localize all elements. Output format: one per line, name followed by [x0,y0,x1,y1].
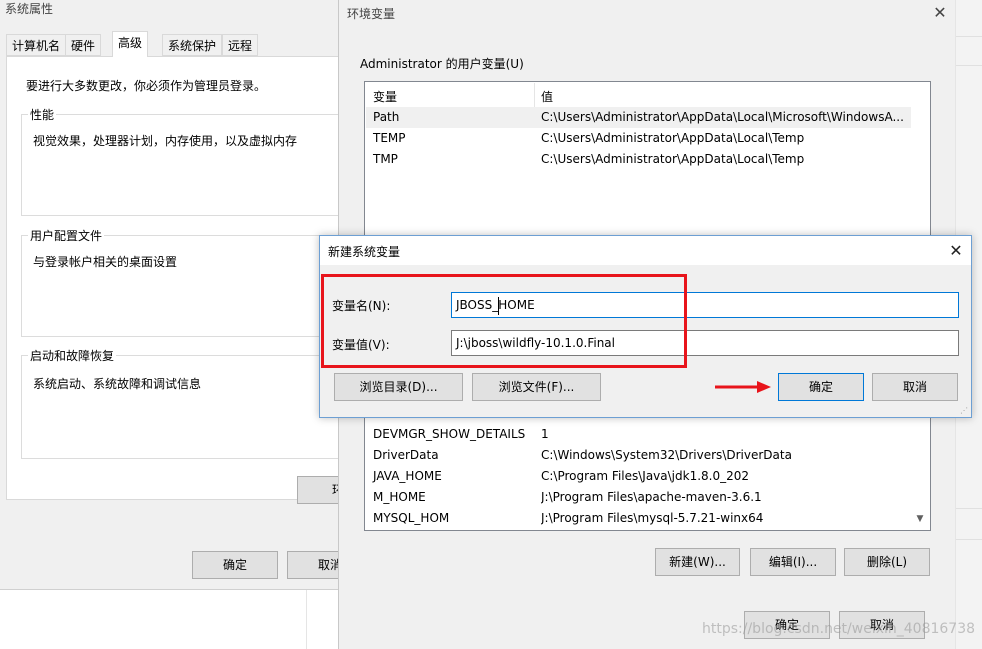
col-header-divider [534,83,535,107]
sys-var-name: DriverData [373,448,439,462]
user-profile-desc: 与登录帐户相关的桌面设置 [33,255,178,269]
browse-file-button[interactable]: 浏览文件(F)... [472,373,601,401]
user-profile-title: 用户配置文件 [28,227,105,244]
env-window-title: 环境变量 [347,7,396,21]
resize-grip-icon[interactable]: ⋰ [960,406,970,416]
performance-group: 性能 视觉效果，处理器计划，内存使用，以及虚拟内存 [21,106,351,216]
edit-variable-button[interactable]: 编辑(I)... [750,548,836,576]
advanced-tab-page: 要进行大多数更改，你必须作为管理员登录。 性能 视觉效果，处理器计划，内存使用，… [6,56,357,504]
user-var-name: TMP [373,152,398,166]
performance-title: 性能 [28,106,57,123]
sys-var-row[interactable]: DEVMGR_SHOW_DETAILS 1 [366,424,911,445]
highlight-box [321,274,687,368]
sys-var-row[interactable]: MYSQL_HOM J:\Program Files\mysql-5.7.21-… [366,508,911,529]
user-var-row[interactable]: TEMP C:\Users\Administrator\AppData\Loca… [366,128,911,149]
sys-var-value: C:\Windows\System32\Drivers\DriverData [541,448,792,462]
browse-directory-button[interactable]: 浏览目录(D)... [334,373,463,401]
new-var-cancel-button[interactable]: 取消 [872,373,958,401]
system-properties-window: 系统属性 计算机名 硬件 高级 系统保护 远程 要进行大多数更改，你必须作为管理… [0,0,357,590]
user-var-name: Path [373,110,400,124]
user-var-value: C:\Users\Administrator\AppData\Local\Tem… [541,152,805,166]
new-var-title: 新建系统变量 [328,245,401,259]
sys-var-name: DEVMGR_SHOW_DETAILS [373,427,526,441]
new-system-variable-dialog: 新建系统变量 ✕ 变量名(N): JBOSS_HOME 变量值(V): J:\j… [319,235,972,418]
tab-advanced[interactable]: 高级 [112,31,149,57]
new-variable-button[interactable]: 新建(W)... [655,548,740,576]
background-strip-line-2 [956,508,982,540]
user-var-row[interactable]: TMP C:\Users\Administrator\AppData\Local… [366,149,911,170]
user-var-row[interactable]: Path C:\Users\Administrator\AppData\Loca… [366,107,911,128]
arrow-right-icon [715,381,771,393]
tab-computer-name[interactable]: 计算机名 [6,34,67,56]
col-header-variable[interactable]: 变量 [373,88,397,105]
user-var-value: C:\Users\Administrator\AppData\Local\Mic… [541,110,904,124]
sys-var-value: 1 [541,427,549,441]
sys-var-value: C:\Program Files\Java\jdk1.8.0_202 [541,469,750,483]
tab-system-protection[interactable]: 系统保护 [162,34,223,56]
sys-var-row[interactable]: DriverData C:\Windows\System32\Drivers\D… [366,445,911,466]
performance-desc: 视觉效果，处理器计划，内存使用，以及虚拟内存 [33,134,298,148]
new-var-titlebar [320,236,971,265]
new-var-ok-button[interactable]: 确定 [778,373,864,401]
sys-ok-button[interactable]: 确定 [192,551,278,579]
sys-var-value: J:\Program Files\mysql-5.7.21-winx64 [541,511,764,525]
sys-var-value: J:\Program Files\apache-maven-3.6.1 [541,490,762,504]
chevron-down-icon[interactable]: ▼ [913,512,927,526]
background-strip-line [956,36,982,66]
col-header-value[interactable]: 值 [541,88,553,105]
user-var-name: TEMP [373,131,406,145]
user-variables-list[interactable]: 变量 值 Path C:\Users\Administrator\AppData… [364,81,931,236]
system-properties-title: 系统属性 [5,2,54,16]
delete-variable-button[interactable]: 删除(L) [844,548,930,576]
admin-notice: 要进行大多数更改，你必须作为管理员登录。 [26,79,267,93]
user-var-value: C:\Users\Administrator\AppData\Local\Tem… [541,131,805,145]
sys-var-row[interactable]: M_HOME J:\Program Files\apache-maven-3.6… [366,487,911,508]
user-profile-group: 用户配置文件 与登录帐户相关的桌面设置 [21,227,351,337]
tab-remote[interactable]: 远程 [222,34,259,56]
user-list-header: 变量 值 [366,83,911,108]
sys-var-name: MYSQL_HOM [373,511,450,525]
background-page-lines [306,590,339,649]
sys-var-name: JAVA_HOME [373,469,442,483]
tab-hardware[interactable]: 硬件 [65,34,102,56]
sys-var-row[interactable]: JAVA_HOME C:\Program Files\Java\jdk1.8.0… [366,466,911,487]
close-icon[interactable]: ✕ [929,2,951,24]
startup-recovery-group: 启动和故障恢复 系统启动、系统故障和调试信息 [21,347,351,459]
system-variables-list[interactable]: DEVMGR_SHOW_DETAILS 1 DriverData C:\Wind… [364,405,931,531]
close-icon[interactable]: ✕ [945,240,967,262]
user-vars-group-title: Administrator 的用户变量(U) [360,57,524,71]
sys-var-name: M_HOME [373,490,426,504]
watermark-text: https://blog.csdn.net/weixin_40816738 [702,621,976,637]
startup-recovery-title: 启动和故障恢复 [28,347,117,364]
startup-recovery-desc: 系统启动、系统故障和调试信息 [33,377,202,391]
